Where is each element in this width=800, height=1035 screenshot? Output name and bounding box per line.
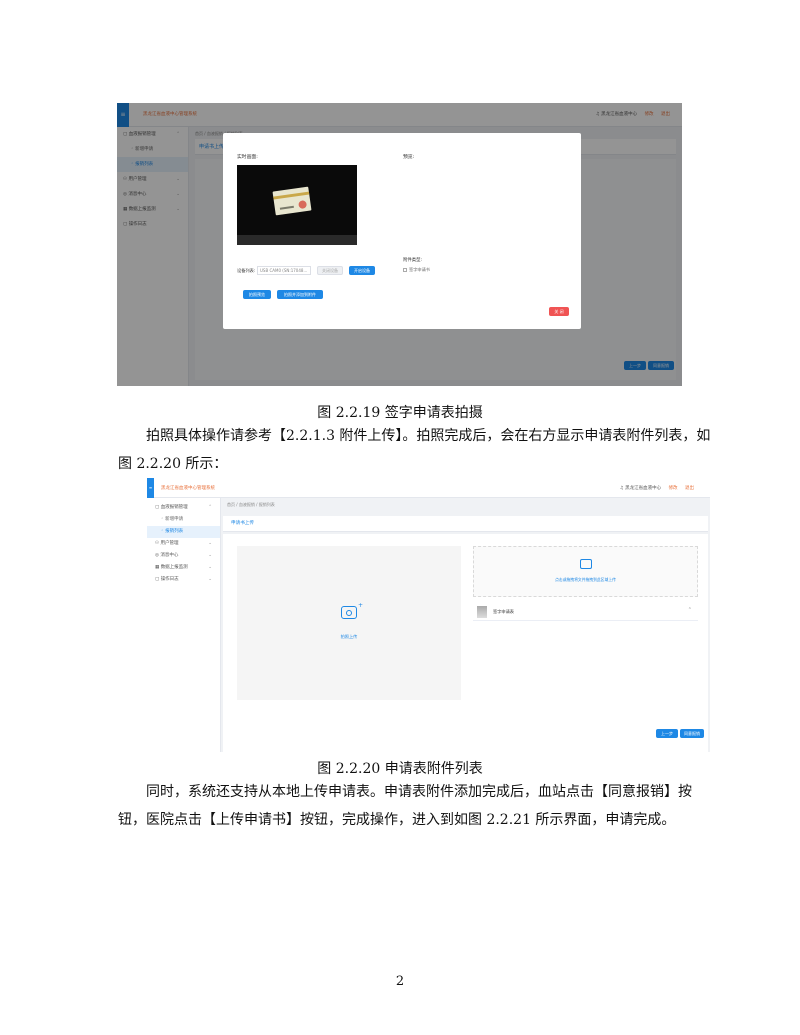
dropzone-hint: 点击或拖拽将文件拖拽到此区域上传 [555,577,616,582]
center-name: 黑龙江省血液中心 [625,486,662,491]
paragraph-1-line-2: 图 2.2.20 所示： [118,456,228,472]
sidebar: ▢ 血液报销管理 ⌃ ◦ 新增申请 ◦ 报销列表 ⚇ 用户管理 ⌄ ◎ 消息中心 ⌄ … [147,498,221,752]
preview-label: 预览: [403,155,415,160]
sidebar-item-logs[interactable]: ▢ 操作日志 ⌄ [147,574,220,586]
video-controls[interactable] [237,235,357,245]
close-modal-button[interactable]: 关 闭 [549,307,569,316]
sidebar-item-new-apply[interactable]: ◦ 新增申请 [147,514,220,526]
agree-reimburse-button[interactable]: 同意报销 [680,729,704,738]
open-device-button[interactable]: 开启设备 [349,266,375,275]
attachment-name: 签字申请表 [493,609,514,614]
file-dropzone[interactable]: 点击或拖拽将文件拖拽到此区域上传 [473,546,698,597]
figure-2-2-20-screenshot: ≡ 黑龙江省血液中心管理系统 ♫ 黑龙江省血液中心 修改 退出 ▢ 血液报销管理… [147,478,710,752]
attach-type-label: 附件类型: [403,258,423,263]
prev-step-button[interactable]: 上一步 [656,729,678,738]
paragraph-1-line-1: 拍照具体操作请参考【2.2.1.3 附件上传】。拍照完成后，会在右方显示申请表附… [146,428,711,444]
sidebar-item-users[interactable]: ⚇ 用户管理 ⌄ [147,538,220,550]
camera-view [237,165,357,245]
user-area: ♫ 黑龙江省血液中心 修改 退出 [620,485,694,491]
edit-link[interactable]: 修改 [669,486,678,491]
bell-icon[interactable]: ♫ [620,486,624,491]
content-area: 首页 / 血液报销 / 报销列表 申请书上传 + 拍照上传 点击或拖拽将文件拖拽… [221,498,710,752]
attach-type-checkbox[interactable]: 签字申请书 [403,267,430,273]
paragraph-2-line-2: 钮，医院点击【上传申请书】按钮，完成操作，进入到如图 2.2.21 所示界面，申… [118,812,676,828]
logout-link[interactable]: 退出 [685,486,694,491]
figure-2-2-19-screenshot: ≡ 黑龙江省血液中心管理系统 ♫ 黑龙江省血液中心 修改 退出 ▢ 血液报销管理… [117,103,682,386]
page-number: 2 [395,974,405,989]
app-title: 黑龙江省血液中心管理系统 [161,486,215,491]
sidebar-item-messages[interactable]: ◎ 消息中心 ⌄ [147,550,220,562]
figure-2-caption: 图 2.2.20 申请表附件列表 [317,761,483,777]
breadcrumb: 首页 / 血液报销 / 报销列表 [227,502,275,507]
photo-attach-button[interactable]: 拍照并添加到附件 [277,290,323,299]
photo-preview-button[interactable]: 拍照预览 [243,290,271,299]
plus-icon: + [358,602,364,609]
sidebar-item-reimburse[interactable]: ▢ 血液报销管理 ⌃ [147,502,220,514]
photo-upload-area[interactable]: + 拍照上传 [237,546,461,700]
tab-upload[interactable]: 申请书上传 [223,516,708,532]
file-action-icon[interactable]: ⌃ [688,607,692,613]
paragraph-2-line-1: 同时，系统还支持从本地上传申请表。申请表附件添加完成后，血站点击【同意报销】按 [146,784,692,800]
photo-upload-label: 拍照上传 [340,634,358,639]
inbox-icon [580,559,592,569]
device-select[interactable]: USB CAM0 (SN:17048... [257,266,311,275]
attachment-row[interactable]: 签字申请表 ⌃ [473,603,698,621]
figure-1-caption: 图 2.2.19 签字申请表拍摄 [317,405,483,421]
close-device-button[interactable]: 关闭设备 [317,266,343,275]
camera-modal: 实时画面: 预览: 设备列表: USB CAM0 (SN:17048... 关闭… [223,133,581,329]
sidebar-item-list[interactable]: ◦ 报销列表 [147,526,220,538]
document-card [272,186,312,216]
upload-panel: + 拍照上传 点击或拖拽将文件拖拽到此区域上传 签字申请表 ⌃ 上一步 同意报销 [223,534,708,752]
file-thumbnail [477,606,487,618]
top-bar: ≡ 黑龙江省血液中心管理系统 ♫ 黑龙江省血液中心 修改 退出 [147,478,710,498]
camera-icon [341,606,357,619]
device-label: 设备列表: [237,268,256,273]
menu-toggle-icon[interactable]: ≡ [147,478,154,498]
realtime-label: 实时画面: [237,155,258,160]
sidebar-item-monitor[interactable]: ▦ 数据上报监测 ⌄ [147,562,220,574]
